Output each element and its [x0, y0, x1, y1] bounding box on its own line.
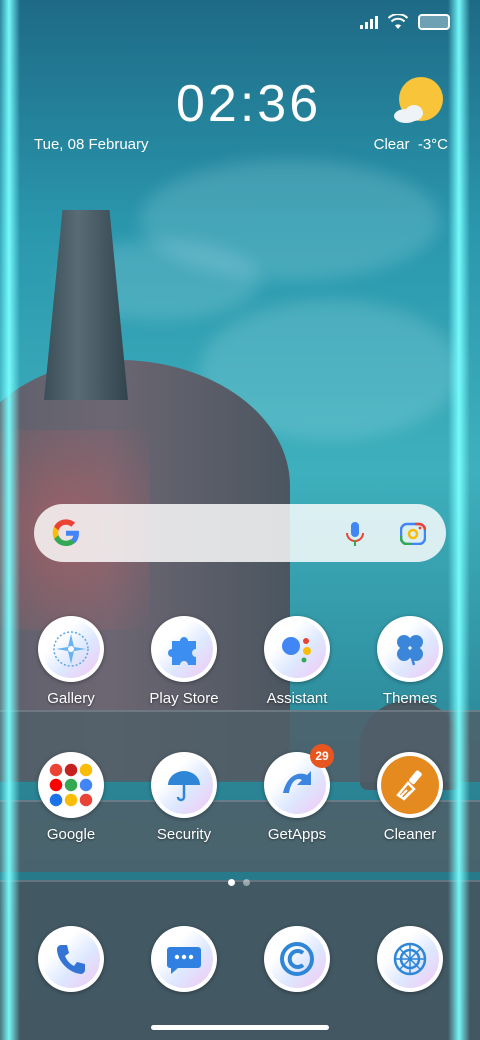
clock-date[interactable]: Tue, 08 February: [34, 136, 149, 153]
app-icon-frame: [38, 616, 104, 682]
google-g-icon: [52, 519, 79, 546]
sun-cloud-icon[interactable]: [394, 76, 444, 126]
app-label: Cleaner: [383, 826, 437, 843]
wifi-icon: [388, 14, 408, 29]
app-play-store[interactable]: Play Store: [129, 616, 239, 707]
gallery-icon: [53, 631, 89, 667]
app-label: Gallery: [47, 690, 95, 707]
app-icon-frame: [264, 616, 330, 682]
signal-icon: [360, 15, 378, 29]
app-label: Play Store: [149, 690, 219, 707]
dock-browser[interactable]: [242, 926, 352, 992]
app-cleaner[interactable]: Cleaner: [355, 752, 465, 843]
app-icon-frame: [151, 752, 217, 818]
dock-messages[interactable]: [129, 926, 239, 992]
app-icon-frame: [377, 616, 443, 682]
app-icon-frame: [264, 926, 330, 992]
page-dot-active: [228, 879, 235, 886]
app-icon-frame: [151, 616, 217, 682]
google-folder-icon: [49, 763, 93, 807]
app-icon-frame: [377, 752, 443, 818]
home-gesture-bar[interactable]: [151, 1025, 329, 1030]
weather-temp: -3°C: [417, 136, 448, 153]
app-icon-frame: [38, 926, 104, 992]
browser-icon: [280, 942, 314, 976]
app-gallery[interactable]: Gallery: [16, 616, 126, 707]
lens-icon[interactable]: [400, 521, 426, 545]
page-dot: [243, 879, 250, 886]
battery-icon: [418, 14, 450, 30]
assistant-icon: [282, 637, 311, 663]
clover-icon: [397, 635, 423, 666]
umbrella-icon: [168, 771, 200, 802]
dock-camera[interactable]: [355, 926, 465, 992]
app-security[interactable]: Security: [129, 752, 239, 843]
google-search-bar[interactable]: [34, 504, 446, 562]
phone-icon: [57, 945, 85, 974]
app-label: Security: [156, 826, 212, 843]
app-label: Assistant: [266, 690, 328, 707]
getapps-icon: [283, 771, 311, 793]
brush-icon: [396, 770, 422, 801]
puzzle-icon: [168, 637, 196, 665]
app-icon-frame: [151, 926, 217, 992]
weather-text[interactable]: Clear -3°C: [374, 136, 448, 153]
dock-phone[interactable]: [16, 926, 126, 992]
clock-time[interactable]: 02:36: [176, 74, 321, 134]
app-icon-frame: [38, 752, 104, 818]
stupa-spire: [44, 210, 128, 400]
mic-icon[interactable]: [344, 521, 366, 547]
app-label: Themes: [382, 690, 438, 707]
app-label: Google: [46, 826, 96, 843]
app-label: GetApps: [267, 826, 327, 843]
app-getapps[interactable]: 29 GetApps: [242, 744, 352, 843]
weather-condition: Clear: [373, 136, 410, 153]
folder-google[interactable]: Google: [16, 752, 126, 843]
app-icon-frame: [377, 926, 443, 992]
messages-icon: [167, 947, 201, 974]
notification-badge: 29: [310, 744, 334, 768]
app-assistant[interactable]: Assistant: [242, 616, 352, 707]
status-bar: [360, 14, 450, 30]
page-indicator[interactable]: [228, 879, 250, 886]
app-themes[interactable]: Themes: [355, 616, 465, 707]
camera-icon: [393, 942, 427, 976]
